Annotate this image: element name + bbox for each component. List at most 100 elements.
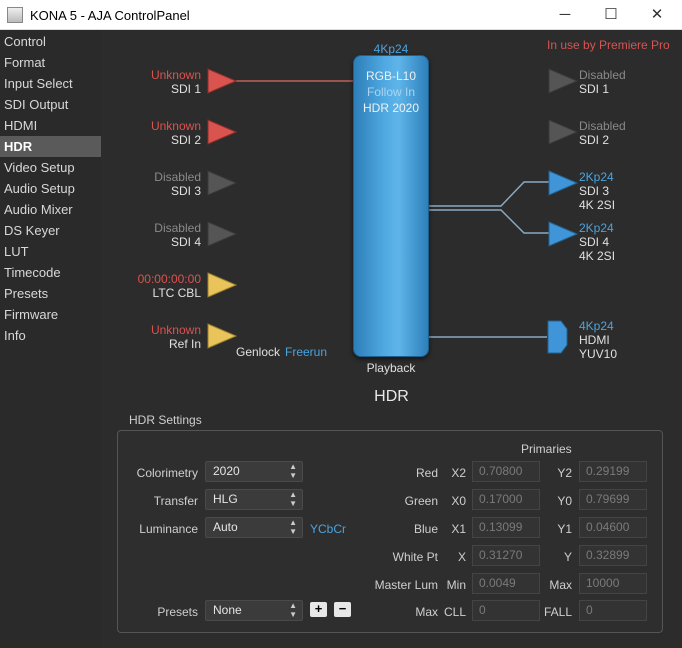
colorimetry-select[interactable]: 2020 ▲ ▼ [205, 461, 303, 482]
input-sdi4-arrow-icon[interactable] [206, 220, 238, 248]
processor-format: 4Kp24 [373, 42, 409, 56]
sidebar-item-timecode[interactable]: Timecode [0, 262, 101, 283]
input-sdi1-status: Unknown [150, 68, 201, 82]
sidebar-item-info[interactable]: Info [0, 325, 101, 346]
output-hdmi-name: HDMI [579, 333, 610, 347]
sidebar-item-format[interactable]: Format [0, 52, 101, 73]
green-x-label: X0 [451, 494, 466, 508]
input-sdi2-name: SDI 2 [170, 133, 201, 147]
input-ref-status: Unknown [150, 323, 201, 337]
processor-line3: HDR 2020 [362, 101, 420, 115]
output-sdi3-name: SDI 3 [579, 184, 610, 198]
maximize-button[interactable]: ☐ [588, 0, 634, 30]
output-sdi2-status: Disabled [579, 119, 626, 133]
blue-x-field[interactable]: 0.13099 [472, 517, 540, 538]
section-title: HDR [374, 388, 409, 405]
input-sdi3-name: SDI 3 [170, 184, 201, 198]
remove-preset-button[interactable]: − [334, 602, 351, 617]
master-lum-min-label: Min [446, 578, 466, 592]
output-sdi1-status: Disabled [579, 68, 626, 82]
colorimetry-label: Colorimetry [136, 466, 198, 480]
blue-y-field[interactable]: 0.04600 [579, 517, 647, 538]
genlock-label: Genlock [236, 345, 281, 359]
master-lum-max-label: Max [549, 578, 572, 592]
add-preset-button[interactable]: + [310, 602, 327, 617]
app-icon [7, 7, 23, 23]
red-x-field[interactable]: 0.70800 [472, 461, 540, 482]
green-y-field[interactable]: 0.79699 [579, 489, 647, 510]
sidebar-item-firmware[interactable]: Firmware [0, 304, 101, 325]
white-point-y-field[interactable]: 0.32899 [579, 545, 647, 566]
title-bar: KONA 5 - AJA ControlPanel ─ ☐ ✕ [0, 0, 682, 30]
transfer-label: Transfer [153, 494, 198, 508]
close-button[interactable]: ✕ [634, 0, 680, 30]
white-point-label: White Pt [392, 550, 438, 564]
cll-field[interactable]: 0 [472, 600, 540, 621]
luminance-select[interactable]: Auto ▲ ▼ [205, 517, 303, 538]
in-use-status: In use by Premiere Pro [547, 38, 670, 52]
luminance-label: Luminance [139, 522, 198, 536]
master-lum-min-field[interactable]: 0.0049 [472, 573, 540, 594]
input-sdi4-name: SDI 4 [170, 235, 201, 249]
input-sdi4-status: Disabled [154, 221, 201, 235]
presets-select[interactable]: None ▲ ▼ [205, 600, 303, 621]
red-y-field[interactable]: 0.29199 [579, 461, 647, 482]
green-y-label: Y0 [557, 494, 572, 508]
input-sdi1-arrow-icon[interactable] [206, 67, 238, 95]
sidebar-item-video-setup[interactable]: Video Setup [0, 157, 101, 178]
blue-x-label: X1 [451, 522, 466, 536]
input-ref-name: Ref In [168, 337, 201, 351]
output-sdi4-status: 2Kp24 [579, 221, 614, 235]
transfer-select[interactable]: HLG ▲ ▼ [205, 489, 303, 510]
select-arrows-icon: ▲ ▼ [289, 518, 297, 536]
sidebar-item-hdr[interactable]: HDR [0, 136, 101, 157]
sidebar-item-audio-setup[interactable]: Audio Setup [0, 178, 101, 199]
red-label: Red [415, 466, 438, 480]
sidebar-item-audio-mixer[interactable]: Audio Mixer [0, 199, 101, 220]
sidebar-item-lut[interactable]: LUT [0, 241, 101, 262]
output-sdi1-arrow-icon[interactable] [547, 67, 579, 95]
sidebar: Control Format Input Select SDI Output H… [0, 30, 101, 648]
select-arrows-icon: ▲ ▼ [289, 462, 297, 480]
output-sdi2-arrow-icon[interactable] [547, 118, 579, 146]
genlock-value: Freerun [285, 345, 328, 359]
sidebar-item-input-select[interactable]: Input Select [0, 73, 101, 94]
input-ltc-arrow-icon[interactable] [206, 271, 238, 299]
processor-line2: Follow In [366, 85, 416, 99]
processor-line1: RGB-L10 [365, 69, 417, 83]
sidebar-item-sdi-output[interactable]: SDI Output [0, 94, 101, 115]
sidebar-item-ds-keyer[interactable]: DS Keyer [0, 220, 101, 241]
sidebar-item-presets[interactable]: Presets [0, 283, 101, 304]
hdr-settings-label: HDR Settings [129, 413, 202, 427]
output-hdmi-connector-icon[interactable] [547, 319, 569, 355]
fall-field[interactable]: 0 [579, 600, 647, 621]
blue-y-label: Y1 [557, 522, 572, 536]
output-sdi3-arrow-icon[interactable] [547, 169, 579, 197]
window-title: KONA 5 - AJA ControlPanel [30, 8, 190, 23]
primaries-header: Primaries [521, 442, 572, 456]
blue-label: Blue [413, 522, 438, 536]
select-arrows-icon: ▲ ▼ [289, 601, 297, 619]
output-sdi4-name: SDI 4 [579, 235, 610, 249]
sidebar-item-control[interactable]: Control [0, 31, 101, 52]
input-sdi3-arrow-icon[interactable] [206, 169, 238, 197]
sidebar-item-hdmi[interactable]: HDMI [0, 115, 101, 136]
input-ltc-name: LTC CBL [152, 286, 201, 300]
white-point-x-label: X [457, 550, 466, 564]
minimize-button[interactable]: ─ [542, 0, 588, 30]
white-point-y-label: Y [563, 550, 572, 564]
master-lum-max-field[interactable]: 10000 [579, 573, 647, 594]
output-sdi1-name: SDI 1 [579, 82, 610, 96]
white-point-x-field[interactable]: 0.31270 [472, 545, 540, 566]
fall-label: FALL [543, 605, 572, 619]
processor-mode: Playback [366, 361, 416, 375]
green-x-field[interactable]: 0.17000 [472, 489, 540, 510]
input-sdi1-name: SDI 1 [170, 82, 201, 96]
luminance-note: YCbCr [310, 522, 347, 536]
input-sdi2-arrow-icon[interactable] [206, 118, 238, 146]
select-arrows-icon: ▲ ▼ [289, 490, 297, 508]
input-ref-arrow-icon[interactable] [206, 322, 238, 350]
output-sdi4-arrow-icon[interactable] [547, 220, 579, 248]
hdr-processor-block[interactable]: RGB-L10 Follow In HDR 2020 [353, 55, 429, 357]
input-sdi2-status: Unknown [150, 119, 201, 133]
